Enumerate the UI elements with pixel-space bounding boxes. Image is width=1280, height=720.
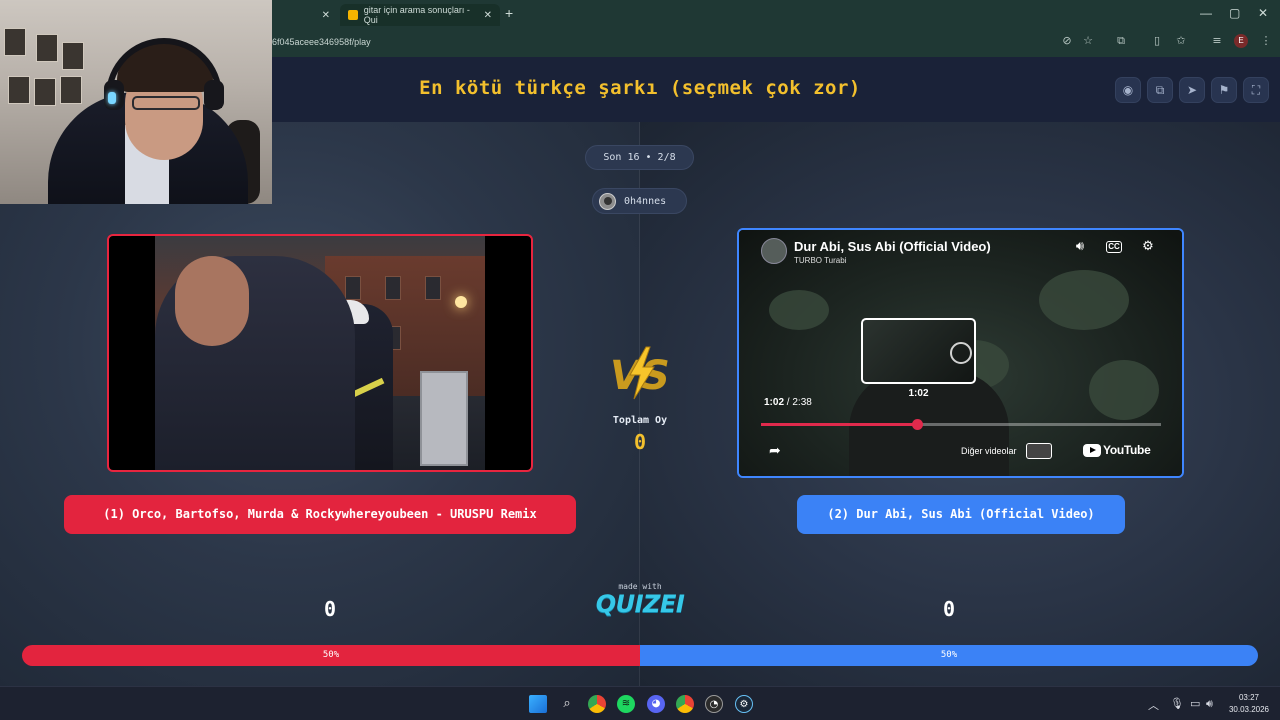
send-icon[interactable]: ➤	[1179, 77, 1205, 103]
bookmark-star-icon[interactable]: ✩	[1174, 34, 1188, 48]
favicon-icon	[348, 10, 358, 20]
user-badge: 0h4nnes	[592, 188, 687, 214]
github-desktop-icon[interactable]: ◔	[705, 695, 723, 713]
volume-icon[interactable]: 🔊︎	[1206, 697, 1213, 711]
progress-fill	[761, 423, 917, 426]
windows-taskbar: ⌕ ≋ ◕ ◔ ⚙ ︿ 🎙︎ ▭ 🔊︎ 03:27 30.03.2026	[0, 686, 1280, 720]
tab-label: gitar için arama sonuçları - Qui	[363, 5, 470, 25]
vote-bar-right: 50%	[640, 645, 1258, 666]
video-person-main	[155, 256, 355, 470]
vote-option-2-button[interactable]: (2) Dur Abi, Sus Abi (Official Video)	[797, 495, 1125, 534]
total-votes-label: Toplam Oy	[612, 415, 668, 426]
extensions-icon[interactable]: ⧉	[1114, 34, 1128, 48]
progress-scrubber[interactable]	[912, 419, 923, 430]
round-indicator: Son 16 • 2/8	[585, 145, 694, 170]
discord-icon[interactable]: ◕	[647, 695, 665, 713]
menu-icon[interactable]: ⋮	[1259, 34, 1273, 48]
left-video-frame	[155, 236, 485, 470]
seek-preview-thumbnail	[861, 318, 976, 384]
webcam-overlay	[0, 0, 272, 204]
youtube-logo[interactable]: YouTube	[1083, 443, 1151, 457]
new-tab-button[interactable]: +	[505, 5, 513, 21]
vote-bar-left: 50%	[22, 645, 640, 666]
street-lamp	[455, 296, 467, 308]
youtube-logo-text: YouTube	[1103, 443, 1151, 457]
system-clock[interactable]: 03:27 30.03.2026	[1224, 692, 1274, 716]
loading-spinner-icon	[950, 342, 972, 364]
close-icon[interactable]: ✕	[322, 10, 330, 21]
maximize-button[interactable]: ▢	[1229, 6, 1240, 20]
left-video-player[interactable]	[107, 234, 533, 472]
channel-name[interactable]: TURBO Turabi	[794, 256, 846, 265]
search-icon[interactable]: ⌕	[558, 695, 576, 713]
video-title[interactable]: Dur Abi, Sus Abi (Official Video)	[794, 239, 991, 254]
glasses	[132, 96, 200, 110]
steam-icon[interactable]: ⚙	[735, 695, 753, 713]
flag-icon[interactable]: ⚑	[1211, 77, 1237, 103]
close-icon[interactable]: ✕	[484, 10, 492, 21]
chrome-icon[interactable]	[588, 695, 606, 713]
utility-box	[420, 371, 468, 466]
wall-photos	[0, 28, 86, 116]
windows-start-icon[interactable]	[529, 695, 547, 713]
person-head	[175, 256, 249, 346]
browser-tab-quiz[interactable]: ✕	[272, 4, 338, 26]
option-1-vote-count: 0	[323, 597, 337, 621]
fullscreen-icon[interactable]: ⛶	[1243, 77, 1269, 103]
chrome-profile-icon[interactable]	[676, 695, 694, 713]
time-display: 1:02 / 2:38	[764, 397, 812, 408]
current-time: 1:02	[764, 397, 785, 408]
duration: 2:38	[792, 397, 812, 408]
avatar	[599, 192, 616, 210]
star-icon[interactable]: ☆	[1081, 34, 1095, 48]
seek-preview-time: 1:02	[908, 388, 929, 399]
youtube-play-icon	[1083, 443, 1101, 457]
volume-icon[interactable]: 🔊︎	[1071, 238, 1089, 256]
display-icon[interactable]: ▭	[1190, 697, 1200, 710]
user-name: 0h4nnes	[624, 195, 667, 207]
headset-led	[108, 92, 116, 104]
close-window-button[interactable]: ✕	[1258, 6, 1268, 20]
vote-split-bar: 50% 50%	[22, 645, 1258, 666]
total-votes-count: 0	[633, 430, 647, 454]
spotify-icon[interactable]: ≋	[617, 695, 635, 713]
right-video-player[interactable]: Dur Abi, Sus Abi (Official Video) TURBO …	[737, 228, 1184, 478]
vs-lightning-icon: VS	[610, 346, 670, 400]
vote-option-1-button[interactable]: (1) Orco, Bartofso, Murda & Rockywhereyo…	[64, 495, 576, 534]
share-icon[interactable]: ➦	[769, 443, 781, 459]
trash-icon[interactable]: ▯	[1150, 34, 1164, 48]
clock-time: 03:27	[1238, 693, 1260, 702]
settings-icon[interactable]: ⚙	[1139, 238, 1157, 256]
eye-off-icon[interactable]: ⊘	[1060, 34, 1074, 48]
url-text[interactable]: 6f045aceee346958f/play	[272, 37, 371, 47]
eye-icon[interactable]: ◉	[1115, 77, 1141, 103]
more-videos-icon[interactable]	[1026, 443, 1052, 459]
minimize-button[interactable]: —	[1200, 6, 1212, 20]
microphone-icon[interactable]: 🎙︎	[1170, 697, 1184, 710]
brand-logo[interactable]: QUIZEI	[560, 590, 720, 618]
copy-icon[interactable]: ⧉	[1147, 77, 1173, 103]
tab-search-icon[interactable]: ≡	[1210, 34, 1224, 48]
headset-ear-right	[204, 80, 224, 110]
channel-avatar[interactable]	[761, 238, 787, 264]
profile-icon[interactable]: E	[1234, 34, 1248, 48]
video-progress-bar[interactable]	[761, 419, 1161, 430]
option-2-vote-count: 0	[942, 597, 956, 621]
captions-button[interactable]: CC	[1106, 241, 1122, 253]
browser-tab-search[interactable]: gitar için arama sonuçları - Qui ✕	[340, 4, 500, 26]
chevron-up-icon[interactable]: ︿	[1148, 697, 1159, 713]
address-bar[interactable]: 6f045aceee346958f/play	[272, 31, 1280, 53]
more-videos-label[interactable]: Diğer videolar	[961, 446, 1017, 456]
clock-date: 30.03.2026	[1228, 705, 1270, 714]
